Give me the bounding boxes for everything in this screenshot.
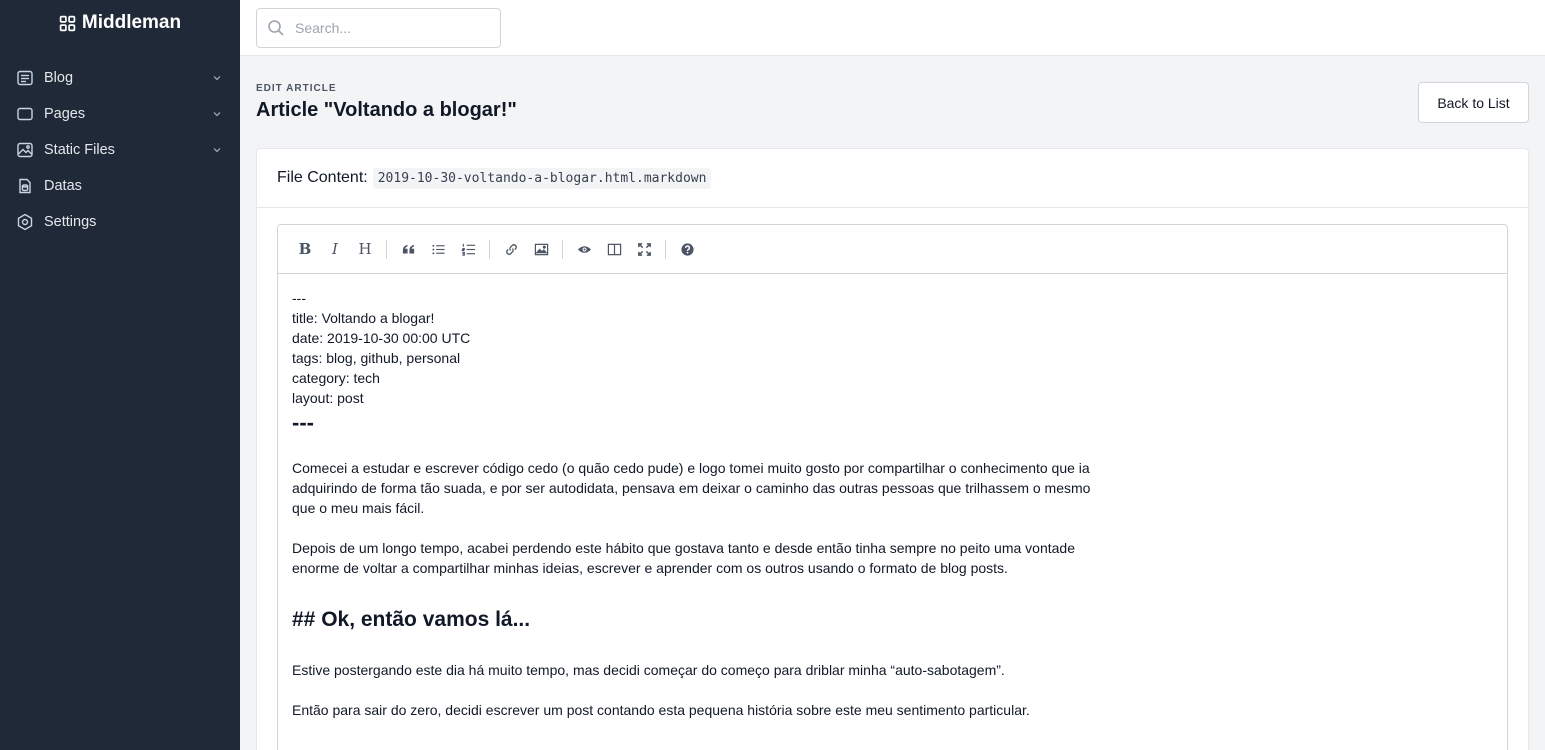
- ordered-list-icon: [461, 243, 475, 256]
- list-icon: [431, 244, 445, 254]
- unordered-list-button[interactable]: [423, 234, 453, 264]
- settings-icon: [16, 213, 34, 231]
- frontmatter-line: date: 2019-10-30 00:00 UTC: [292, 330, 471, 346]
- columns-icon: [607, 243, 621, 255]
- quote-icon: [402, 244, 414, 253]
- sidebar-item-label: Datas: [44, 178, 82, 194]
- toolbar-divider: [489, 239, 490, 259]
- markdown-guide-button[interactable]: [672, 234, 702, 264]
- file-content-card: File Content: 2019-10-30-voltando-a-blog…: [256, 148, 1529, 750]
- paragraph: Estive postergando este dia há muito tem…: [292, 662, 1005, 678]
- chevron-down-icon: [212, 109, 222, 119]
- toolbar-divider: [665, 239, 666, 259]
- paragraph: Então para sair do zero, decidi escrever…: [292, 702, 1030, 718]
- fullscreen-button[interactable]: [629, 234, 659, 264]
- back-to-list-button[interactable]: Back to List: [1418, 82, 1529, 123]
- search-input[interactable]: [295, 20, 495, 36]
- section-heading: ## Ok, então vamos lá...: [292, 608, 531, 631]
- sidebar-item-label: Pages: [44, 106, 86, 122]
- italic-button[interactable]: I: [320, 234, 350, 264]
- brand[interactable]: Middleman: [0, 0, 240, 46]
- sidebar-item-label: Blog: [44, 70, 74, 86]
- search-icon: [268, 20, 284, 36]
- editor-toolbar: B I H: [278, 225, 1507, 274]
- toolbar-divider: [386, 239, 387, 259]
- question-circle-icon: [680, 242, 694, 256]
- sidebar-item-pages[interactable]: Pages: [0, 96, 240, 132]
- ordered-list-button[interactable]: [453, 234, 483, 264]
- file-content-label: File Content:: [277, 169, 368, 186]
- link-button[interactable]: [496, 234, 526, 264]
- sidebar: Middleman Blog Pages Static Files Datas …: [0, 0, 240, 750]
- image-button[interactable]: [526, 234, 556, 264]
- chevron-down-icon: [212, 145, 222, 155]
- blog-icon: [16, 69, 34, 87]
- database-icon: [16, 177, 34, 195]
- sidebar-item-label: Static Files: [44, 142, 115, 158]
- link-icon: [505, 243, 517, 255]
- frontmatter-line: title: Voltando a blogar!: [292, 310, 435, 326]
- topbar: [240, 0, 1545, 56]
- file-name: 2019-10-30-voltando-a-blogar.html.markdo…: [372, 167, 712, 189]
- image-icon: [16, 141, 34, 159]
- fullscreen-icon: [637, 242, 651, 256]
- bold-button[interactable]: B: [290, 234, 320, 264]
- markdown-editor: B I H --- title: Voltando a blogar! date…: [277, 224, 1508, 750]
- pages-icon: [16, 105, 34, 123]
- sidebar-item-settings[interactable]: Settings: [0, 204, 240, 240]
- sidebar-nav: Blog Pages Static Files Datas Settings: [0, 60, 240, 240]
- chevron-down-icon: [212, 73, 222, 83]
- frontmatter-line: layout: post: [292, 390, 364, 406]
- paragraph: Comecei a estudar e escrever código cedo…: [292, 460, 1091, 516]
- quote-button[interactable]: [393, 234, 423, 264]
- sidebar-item-label: Settings: [44, 214, 97, 230]
- search-box[interactable]: [256, 8, 501, 48]
- sidebar-item-datas[interactable]: Datas: [0, 168, 240, 204]
- editor-content[interactable]: --- title: Voltando a blogar! date: 2019…: [278, 274, 1507, 734]
- page-title: Article "Voltando a blogar!": [256, 99, 517, 121]
- preview-button[interactable]: [569, 234, 599, 264]
- sidebar-item-blog[interactable]: Blog: [0, 60, 240, 96]
- brand-name: Middleman: [81, 12, 182, 33]
- sidebar-item-static-files[interactable]: Static Files: [0, 132, 240, 168]
- image-icon: [534, 243, 548, 255]
- page-eyebrow: EDIT ARTICLE: [256, 83, 337, 94]
- frontmatter-rule: ---: [292, 410, 314, 435]
- side-by-side-button[interactable]: [599, 234, 629, 264]
- frontmatter-line: ---: [292, 290, 306, 306]
- frontmatter-line: category: tech: [292, 370, 380, 386]
- toolbar-divider: [562, 239, 563, 259]
- eye-icon: [577, 245, 591, 253]
- frontmatter-line: tags: blog, github, personal: [292, 350, 461, 366]
- card-header: File Content: 2019-10-30-voltando-a-blog…: [257, 149, 1528, 208]
- paragraph: Depois de um longo tempo, acabei perdend…: [292, 540, 1075, 576]
- grid-logo-icon: [59, 15, 76, 31]
- heading-button[interactable]: H: [350, 234, 380, 264]
